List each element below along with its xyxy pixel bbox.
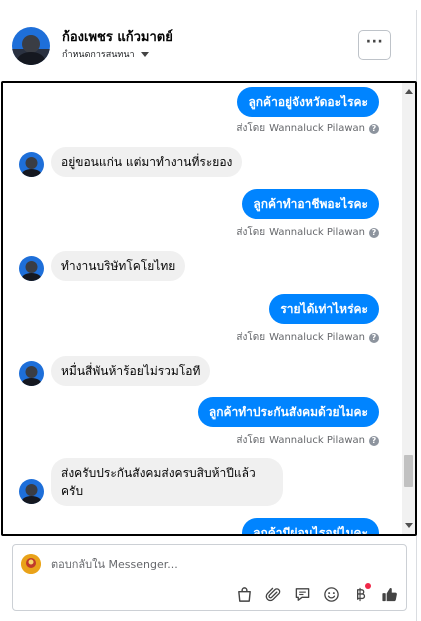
page-avatar bbox=[21, 554, 41, 574]
paperclip-icon[interactable] bbox=[264, 585, 282, 603]
sent-by-prefix: ส่งโดย bbox=[236, 332, 266, 343]
outgoing-message[interactable]: รายได้เท่าไหร่คะ bbox=[269, 294, 379, 324]
notification-dot bbox=[365, 583, 371, 589]
contact-avatar-small bbox=[19, 479, 44, 504]
contact-avatar-small bbox=[19, 361, 44, 386]
top-strip bbox=[0, 0, 421, 9]
sent-by-prefix: ส่งโดย bbox=[236, 227, 266, 238]
composer-toolbar bbox=[235, 583, 398, 604]
scroll-up-arrow-icon[interactable] bbox=[405, 89, 413, 94]
incoming-message[interactable]: ส่งครับประกันสังคมส่งครบสิบห้าปีแล้วครับ bbox=[51, 458, 283, 506]
question-circle-icon[interactable]: ? bbox=[369, 123, 379, 134]
message-list: ลูกค้าอยู่จังหวัดอะไรคะ ส่งโดย Wannaluck… bbox=[3, 83, 403, 534]
scroll-down-arrow-icon[interactable] bbox=[405, 523, 413, 528]
contact-avatar-small bbox=[19, 256, 44, 281]
more-options-button[interactable]: ··· bbox=[358, 30, 391, 60]
reply-input[interactable] bbox=[51, 555, 391, 573]
incoming-message[interactable]: หมื่นสี่พันห้าร้อยไม่รวมโอที bbox=[51, 356, 211, 386]
sent-by-label: ส่งโดย Wannaluck Pilawan ? bbox=[236, 121, 379, 136]
sent-by-prefix: ส่งโดย bbox=[236, 123, 266, 134]
baht-payment-icon[interactable] bbox=[351, 583, 371, 603]
outgoing-message[interactable]: ลูกค้าอยู่จังหวัดอะไรคะ bbox=[237, 87, 379, 117]
conversation-header: ก้องเพชร แก้วมาตย์ กำหนดการสนทนา ··· bbox=[0, 10, 414, 80]
question-circle-icon[interactable]: ? bbox=[369, 332, 379, 343]
emoji-icon[interactable] bbox=[322, 585, 340, 603]
thread-scrollbar[interactable] bbox=[402, 83, 415, 534]
thumbs-up-icon[interactable] bbox=[380, 585, 398, 603]
sent-by-sender: Wannaluck Pilawan bbox=[269, 123, 365, 134]
shopping-bag-icon[interactable] bbox=[235, 585, 253, 603]
scrollbar-thumb[interactable] bbox=[404, 455, 413, 487]
outgoing-message[interactable]: ลูกค้าทำประกันสังคมด้วยไมคะ bbox=[197, 397, 379, 427]
sent-by-label: ส่งโดย Wannaluck Pilawan ? bbox=[236, 433, 379, 448]
sent-by-prefix: ส่งโดย bbox=[236, 435, 266, 446]
sent-by-sender: Wannaluck Pilawan bbox=[269, 435, 365, 446]
assign-conversation-label: กำหนดการสนทนา bbox=[62, 50, 135, 60]
sent-by-label: ส่งโดย Wannaluck Pilawan ? bbox=[236, 225, 379, 240]
question-circle-icon[interactable]: ? bbox=[369, 435, 379, 446]
sent-by-sender: Wannaluck Pilawan bbox=[269, 332, 365, 343]
outgoing-message[interactable]: ลูกค้ามีผ่อนไรอยู่ไมคะ bbox=[242, 518, 379, 534]
reply-composer bbox=[12, 544, 407, 611]
question-circle-icon[interactable]: ? bbox=[369, 227, 379, 238]
sent-by-label: ส่งโดย Wannaluck Pilawan ? bbox=[236, 330, 379, 345]
contact-avatar[interactable] bbox=[12, 27, 50, 65]
assign-conversation-dropdown[interactable]: กำหนดการสนทนา bbox=[62, 47, 149, 61]
saved-reply-icon[interactable] bbox=[293, 585, 311, 603]
more-options-label: ··· bbox=[365, 34, 384, 50]
contact-avatar-small bbox=[19, 152, 44, 177]
contact-name[interactable]: ก้องเพชร แก้วมาตย์ bbox=[62, 26, 173, 47]
message-thread[interactable]: ลูกค้าอยู่จังหวัดอะไรคะ ส่งโดย Wannaluck… bbox=[1, 81, 417, 536]
incoming-message[interactable]: ทำงานบริษัทโคโยไทย bbox=[51, 251, 186, 281]
caret-down-icon bbox=[140, 51, 149, 57]
outgoing-message[interactable]: ลูกค้าทำอาชีพอะไรคะ bbox=[242, 189, 379, 219]
incoming-message[interactable]: อยู่ขอนแก่น แต่มาทำงานที่ระยอง bbox=[51, 147, 243, 177]
sent-by-sender: Wannaluck Pilawan bbox=[269, 227, 365, 238]
